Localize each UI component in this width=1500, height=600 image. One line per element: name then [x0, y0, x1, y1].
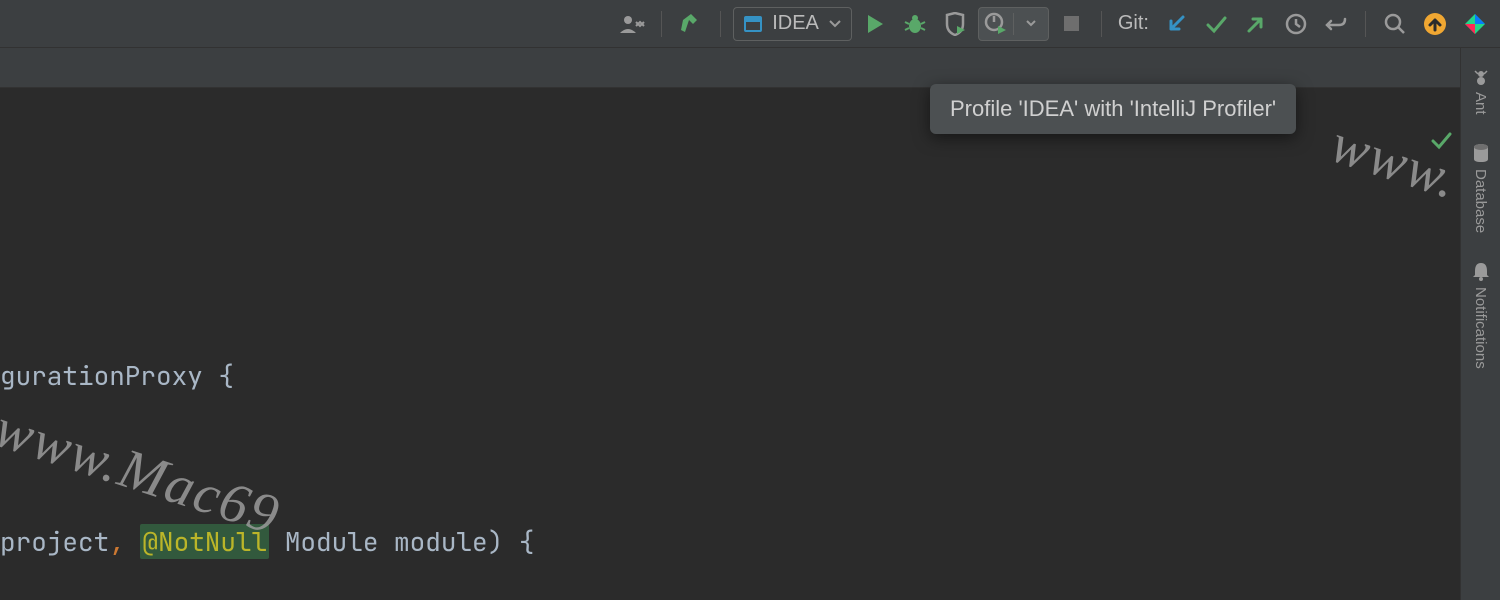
- code-editor[interactable]: gurationProxy { project, @NotNull Module…: [0, 88, 1460, 600]
- notifications-tool-window-button[interactable]: Notifications: [1472, 261, 1490, 369]
- git-revert-button[interactable]: [1319, 7, 1353, 41]
- user-button[interactable]: [615, 7, 649, 41]
- editor-tab-bar: [0, 48, 1500, 88]
- search-button[interactable]: [1378, 7, 1412, 41]
- database-tool-window-button[interactable]: Database: [1472, 143, 1490, 233]
- profile-dropdown-button[interactable]: [1014, 8, 1048, 40]
- debug-button[interactable]: [898, 7, 932, 41]
- checkmark-icon: [1430, 129, 1452, 151]
- chevron-down-icon: [1026, 20, 1036, 27]
- separator: [661, 11, 662, 37]
- tool-label: Database: [1472, 169, 1489, 233]
- arrow-down-left-icon: [1165, 13, 1187, 35]
- bell-icon: [1472, 261, 1490, 281]
- tooltip: Profile 'IDEA' with 'IntelliJ Profiler': [930, 84, 1296, 134]
- bug-icon: [903, 12, 927, 36]
- git-pull-button[interactable]: [1159, 7, 1193, 41]
- git-push-button[interactable]: [1239, 7, 1273, 41]
- checkmark-icon: [1205, 13, 1227, 35]
- jetbrains-icon: [1463, 12, 1487, 36]
- shield-play-icon: [943, 12, 967, 36]
- update-button[interactable]: [1418, 7, 1452, 41]
- undo-icon: [1325, 13, 1347, 35]
- app-window-icon: [744, 15, 762, 33]
- code-line: gurationProxy {: [0, 358, 1460, 394]
- run-config-label: IDEA: [772, 12, 819, 35]
- ant-icon: [1472, 68, 1490, 86]
- database-icon: [1472, 143, 1490, 163]
- profile-button-group: [978, 7, 1049, 41]
- hammer-icon: [679, 12, 703, 36]
- separator: [1365, 11, 1366, 37]
- inspection-status[interactable]: [1430, 124, 1452, 159]
- tool-label: Ant: [1472, 92, 1489, 115]
- search-icon: [1384, 13, 1406, 35]
- run-configuration-dropdown[interactable]: IDEA: [733, 7, 852, 41]
- profile-button[interactable]: [979, 8, 1013, 40]
- git-label: Git:: [1114, 12, 1153, 35]
- clock-icon: [1285, 13, 1307, 35]
- play-icon: [865, 13, 885, 35]
- profiler-icon: [984, 12, 1008, 36]
- coverage-button[interactable]: [938, 7, 972, 41]
- update-available-icon: [1423, 12, 1447, 36]
- right-tool-strip: Ant Database Notifications: [1460, 48, 1500, 600]
- stop-button[interactable]: [1055, 7, 1089, 41]
- main-toolbar: IDEA: [0, 0, 1500, 48]
- chevron-down-icon: [829, 20, 841, 28]
- build-button[interactable]: [674, 7, 708, 41]
- git-commit-button[interactable]: [1199, 7, 1233, 41]
- ant-tool-window-button[interactable]: Ant: [1472, 68, 1490, 115]
- separator: [720, 11, 721, 37]
- user-icon: [618, 13, 646, 35]
- jetbrains-toolbox-button[interactable]: [1458, 7, 1492, 41]
- tool-label: Notifications: [1472, 287, 1489, 369]
- code-line: project, @NotNull Module module) {: [0, 524, 1460, 560]
- arrow-up-right-icon: [1245, 13, 1267, 35]
- git-history-button[interactable]: [1279, 7, 1313, 41]
- separator: [1101, 11, 1102, 37]
- tooltip-text: Profile 'IDEA' with 'IntelliJ Profiler': [950, 96, 1276, 121]
- run-button[interactable]: [858, 7, 892, 41]
- stop-icon: [1064, 16, 1079, 31]
